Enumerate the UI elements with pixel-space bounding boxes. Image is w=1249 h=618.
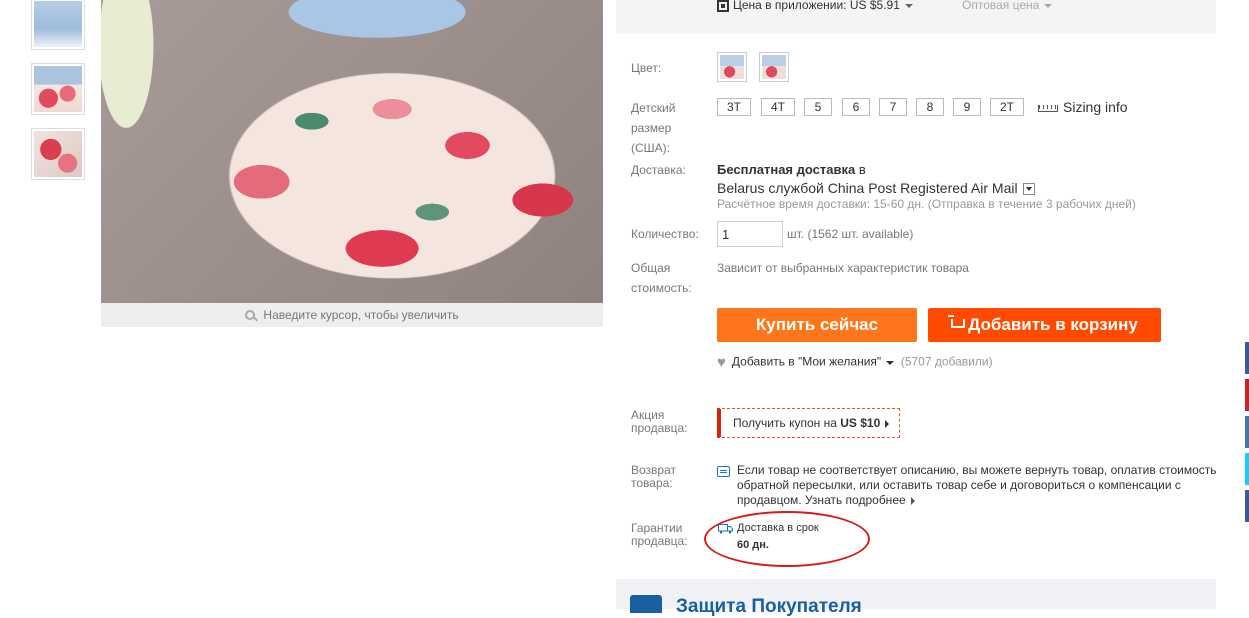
thumbnail-image <box>34 66 82 112</box>
quantity-available: шт. (1562 шт. available) <box>787 227 914 241</box>
app-price[interactable]: Цена в приложении: US $5.91 <box>717 0 913 12</box>
shipping-method[interactable]: Belarus службой China Post Registered Ai… <box>717 180 1035 196</box>
returns-label: Возврат товара: <box>631 464 676 490</box>
cart-icon <box>948 315 966 329</box>
shipping-method-text: Belarus службой China Post Registered Ai… <box>717 180 1018 196</box>
zoom-hint-text: Наведите курсор, чтобы увеличить <box>263 308 459 322</box>
color-label: Цвет: <box>631 61 662 75</box>
thumbnail-image <box>34 131 82 177</box>
coupon-amount: US $10 <box>840 416 881 430</box>
size-label: Детский размер (США): <box>631 98 675 158</box>
swatch-image <box>762 55 786 79</box>
quantity-input[interactable] <box>717 221 783 247</box>
guarantee-label-line: продавца: <box>631 534 688 548</box>
wishlist-count: (5707 добавили) <box>900 354 993 369</box>
promo-label: Акция продавца: <box>631 409 688 435</box>
returns-label-line: товара: <box>631 476 673 490</box>
chevron-down-icon <box>904 3 913 8</box>
sizing-info-link[interactable]: Sizing info <box>1038 99 1128 115</box>
sizing-info-text: Sizing info <box>1063 99 1128 115</box>
return-policy: Если товар не соответствует описанию, вы… <box>737 463 1217 508</box>
size-option-9[interactable]: 9 <box>953 98 981 116</box>
delivery-time: Расчётное время доставки: 15-60 дн. (Отп… <box>717 197 1136 211</box>
chevron-down-icon <box>1044 3 1053 8</box>
buyer-protection-title: Защита Покупателя <box>676 596 862 617</box>
main-product-image[interactable] <box>101 0 603 303</box>
zoom-hint-bar: Наведите курсор, чтобы увеличить <box>101 303 603 327</box>
total-price-text: Зависит от выбранных характеристик товар… <box>717 261 969 275</box>
magnifier-icon <box>245 309 256 320</box>
social-twitter-button[interactable] <box>1245 453 1249 485</box>
social-facebook-button[interactable] <box>1245 342 1249 374</box>
heart-icon: ♥ <box>717 354 726 371</box>
size-option-2t[interactable]: 2T <box>990 98 1024 116</box>
price-panel <box>616 0 1216 34</box>
size-label-line: Детский <box>631 101 676 115</box>
arrow-right-icon <box>885 419 890 428</box>
get-coupon-button[interactable]: Получить купон на US $10 <box>717 408 900 438</box>
buy-now-button[interactable]: Купить сейчас <box>717 308 917 342</box>
total-label-line: Общая <box>631 261 671 275</box>
ruler-icon <box>1038 104 1058 112</box>
thumbnail-2[interactable] <box>31 63 85 115</box>
size-option-3t[interactable]: 3T <box>717 98 751 116</box>
chevron-down-icon <box>886 360 895 365</box>
shield-icon <box>630 595 662 613</box>
size-label-line: размер <box>631 121 672 135</box>
highlight-circle-annotation <box>704 511 870 567</box>
thumbnail-image <box>34 1 82 47</box>
social-vk-button[interactable] <box>1245 416 1249 448</box>
wholesale-price-dropdown[interactable]: Оптовая цена <box>962 0 1053 12</box>
color-swatch-1[interactable] <box>717 52 747 82</box>
promo-label-line: продавца: <box>631 421 688 435</box>
size-label-line: (США): <box>631 141 670 155</box>
add-to-wishlist[interactable]: ♥ Добавить в "Мои желания" (5707 добавили… <box>717 354 993 371</box>
total-label-line: стоимость: <box>631 281 692 295</box>
size-option-4t[interactable]: 4T <box>761 98 795 116</box>
free-shipping-text: Бесплатная доставка <box>717 162 856 177</box>
return-icon <box>717 466 730 477</box>
social-share-button[interactable] <box>1245 490 1249 522</box>
color-swatch-2[interactable] <box>759 52 789 82</box>
swatch-image <box>720 55 744 79</box>
add-to-cart-button[interactable]: Добавить в корзину <box>928 308 1161 342</box>
size-option-8[interactable]: 8 <box>916 98 944 116</box>
coupon-prefix: Получить купон на <box>733 416 837 430</box>
arrow-right-icon <box>910 496 915 505</box>
size-option-6[interactable]: 6 <box>842 98 870 116</box>
free-shipping: Бесплатная доставка в <box>717 162 866 177</box>
thumbnail-3[interactable] <box>31 128 85 180</box>
wishlist-text: Добавить в "Мои желания" <box>731 354 882 369</box>
shipping-label: Доставка: <box>631 163 686 177</box>
wholesale-text: Оптовая цена <box>962 0 1040 12</box>
app-price-text: Цена в приложении: US $5.91 <box>733 0 900 12</box>
thumbnail-1[interactable] <box>31 0 85 50</box>
guarantee-label: Гарантии продавца: <box>631 522 688 548</box>
learn-more-link[interactable]: Узнать подробнее <box>805 493 906 507</box>
shipping-to: в <box>858 162 866 177</box>
size-option-5[interactable]: 5 <box>804 98 832 116</box>
size-option-7[interactable]: 7 <box>879 98 907 116</box>
qr-code-icon <box>717 0 729 12</box>
add-to-cart-text: Добавить в корзину <box>968 315 1138 334</box>
total-label: Общая стоимость: <box>631 258 692 298</box>
dropdown-arrow-icon[interactable] <box>1022 183 1035 196</box>
quantity-label: Количество: <box>631 227 699 241</box>
social-pinterest-button[interactable] <box>1245 379 1249 411</box>
